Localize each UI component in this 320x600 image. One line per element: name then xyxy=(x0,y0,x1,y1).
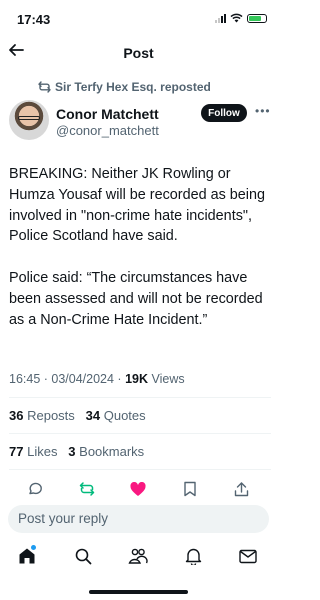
status-time: 17:43 xyxy=(17,12,51,27)
tweet-text-paragraph-1: BREAKING: Neither JK Rowling or Humza Yo… xyxy=(9,166,265,245)
reposts-count: 36 xyxy=(9,408,24,423)
bookmarks-label: Bookmarks xyxy=(79,444,145,459)
repost-indicator[interactable]: Sir Terfy Hex Esq. reposted xyxy=(38,80,211,94)
likes-count: 77 xyxy=(9,444,24,459)
bookmark-icon[interactable] xyxy=(180,479,200,499)
likes-label: Likes xyxy=(27,444,58,459)
tweet-date[interactable]: 03/04/2024 xyxy=(51,372,114,386)
divider xyxy=(9,397,271,398)
reposts-label: Reposts xyxy=(27,408,75,423)
stats-row-reposts-quotes: 36 Reposts 34 Quotes xyxy=(9,408,146,423)
wifi-icon xyxy=(230,13,243,23)
views-label: Views xyxy=(151,372,185,386)
bookmarks-count: 3 xyxy=(68,444,76,459)
author-handle[interactable]: @conor_matchett xyxy=(56,123,159,138)
page-title: Post xyxy=(123,45,154,61)
home-notification-dot xyxy=(31,545,36,550)
repost-icon[interactable] xyxy=(77,479,97,499)
bookmarks-stat[interactable]: 3 Bookmarks xyxy=(68,444,144,459)
divider xyxy=(9,469,271,470)
reply-input[interactable]: Post your reply xyxy=(8,505,269,533)
stats-row-likes-bookmarks: 77 Likes 3 Bookmarks xyxy=(9,444,144,459)
search-icon[interactable] xyxy=(73,546,93,566)
share-icon[interactable] xyxy=(231,479,251,499)
quotes-count: 34 xyxy=(85,408,101,423)
communities-icon[interactable] xyxy=(128,546,148,566)
battery-icon xyxy=(247,13,267,23)
more-options-icon[interactable]: ••• xyxy=(255,104,271,118)
home-indicator xyxy=(89,590,188,594)
like-icon[interactable] xyxy=(128,479,148,499)
reposts-stat[interactable]: 36 Reposts xyxy=(9,408,75,423)
views-count: 19K xyxy=(125,372,148,386)
status-icons xyxy=(215,13,267,23)
quotes-label: Quotes xyxy=(103,408,146,423)
cellular-signal-icon xyxy=(215,13,226,23)
author-name[interactable]: Conor Matchett xyxy=(56,106,159,122)
tweet-time[interactable]: 16:45 xyxy=(9,372,40,386)
reply-icon[interactable] xyxy=(25,479,45,499)
likes-stat[interactable]: 77 Likes xyxy=(9,444,57,459)
divider xyxy=(9,433,271,434)
quotes-stat[interactable]: 34 Quotes xyxy=(86,408,146,423)
follow-button[interactable]: Follow xyxy=(201,104,247,122)
messages-icon[interactable] xyxy=(238,546,258,566)
repost-text: Sir Terfy Hex Esq. reposted xyxy=(55,80,211,94)
repost-icon xyxy=(38,81,51,93)
tweet-meta: 16:45 · 03/04/2024 · 19K Views xyxy=(9,372,185,386)
tweet-text-paragraph-2: Police said: “The circumstances have bee… xyxy=(9,270,263,328)
notifications-icon[interactable] xyxy=(183,546,203,566)
avatar[interactable] xyxy=(9,100,49,140)
